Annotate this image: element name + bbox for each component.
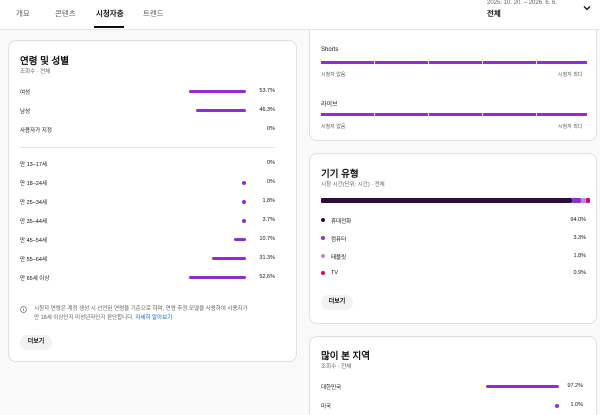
date-range-value[interactable]: 전체 bbox=[487, 8, 501, 19]
row-value: 3.3% bbox=[573, 235, 586, 241]
row-label: 컴퓨터 bbox=[331, 237, 347, 243]
row-label: 사용자가 지정 bbox=[20, 128, 52, 134]
row-label: TV bbox=[331, 270, 339, 276]
format-label: 라이브 bbox=[321, 102, 338, 108]
age-gender-card: 연령 및 성별 조회수 · 전체 여성 53.7% 남성 46.3% 사용자가 … bbox=[8, 40, 297, 362]
info-icon bbox=[20, 306, 27, 313]
legend-dot bbox=[321, 218, 325, 222]
row-label: 만 18–24세 bbox=[20, 181, 47, 187]
card-subtitle: 조회수 · 전체 bbox=[321, 364, 352, 370]
row-value: 31.3% bbox=[259, 255, 275, 261]
device-bar-tv bbox=[586, 198, 590, 203]
age-note: 시청자 연령은 계정 생성 시 선언된 연령을 기준으로 하며, 연령 추정 모… bbox=[34, 305, 294, 323]
row-value: 0.9% bbox=[573, 270, 586, 276]
device-bar-phone bbox=[321, 198, 572, 203]
row-value: 1.8% bbox=[262, 198, 275, 204]
row-value: 94.0% bbox=[570, 217, 586, 223]
row-label: 만 13–17세 bbox=[20, 162, 47, 168]
segment-bar bbox=[537, 61, 587, 64]
segment-bar bbox=[375, 113, 428, 116]
card-subtitle: 시청 시간(단위: 시간) · 전체 bbox=[321, 182, 385, 188]
row-value: 0% bbox=[267, 160, 275, 166]
legend-dot bbox=[321, 254, 325, 258]
scale-min-label: 시청자 없음 bbox=[321, 124, 346, 130]
tab-audience[interactable]: 시청자층 bbox=[96, 8, 124, 19]
legend-dot bbox=[321, 236, 325, 240]
more-button[interactable]: 더보기 bbox=[321, 295, 353, 310]
tab-content[interactable]: 콘텐츠 bbox=[55, 8, 76, 19]
format-label: Shorts bbox=[321, 47, 339, 53]
row-label: 만 65세 이상 bbox=[20, 276, 50, 282]
date-range-label: 2025. 10. 20. – 2026. 6. 6. bbox=[487, 0, 558, 6]
row-label: 여성 bbox=[20, 90, 31, 96]
divider bbox=[20, 147, 275, 148]
row-label: 대한민국 bbox=[321, 385, 342, 391]
row-label: 만 55–64세 bbox=[20, 257, 47, 263]
note-text: 만 18세 이상인지 미성년자인지 판단합니다. bbox=[34, 315, 134, 321]
top-tab-bar: 개요 콘텐츠 시청자층 트렌드 2025. 10. 20. – 2026. 6.… bbox=[0, 0, 600, 30]
row-label: 만 45–54세 bbox=[20, 238, 47, 244]
learn-more-link[interactable]: 자세히 알아보기 bbox=[135, 315, 172, 321]
card-title: 기기 유형 bbox=[321, 169, 359, 180]
formats-card: Shorts 시청자 없음 시청자 최다 라이브 시청자 없음 시청자 최다 bbox=[309, 30, 597, 141]
scale-max-label: 시청자 최다 bbox=[558, 72, 583, 78]
row-value: 3.7% bbox=[262, 217, 275, 223]
chevron-down-icon[interactable] bbox=[582, 3, 592, 13]
row-label: 만 35–44세 bbox=[20, 219, 47, 225]
row-value: 0% bbox=[267, 179, 275, 185]
row-value: 46.3% bbox=[259, 107, 275, 113]
segment-bar bbox=[321, 61, 374, 64]
row-label: 태블릿 bbox=[331, 255, 347, 261]
active-tab-indicator bbox=[94, 26, 124, 28]
card-subtitle: 조회수 · 전체 bbox=[20, 69, 51, 75]
segment-bar bbox=[429, 61, 482, 64]
tab-trends[interactable]: 트렌드 bbox=[143, 8, 164, 19]
top-geographies-card: 많이 본 지역 조회수 · 전체 대한민국 97.2% 미국 1.0% bbox=[309, 336, 597, 415]
row-label: 남성 bbox=[20, 109, 31, 115]
device-type-card: 기기 유형 시청 시간(단위: 시간) · 전체 휴대전화 94.0% 컴퓨터 … bbox=[309, 153, 597, 324]
segment-bar bbox=[483, 61, 536, 64]
row-value: 1.8% bbox=[573, 253, 586, 259]
segment-bar bbox=[429, 113, 482, 116]
card-title: 연령 및 성별 bbox=[20, 56, 69, 67]
note-text: 시청자 연령은 계정 생성 시 선언된 연령을 기준으로 하며, 연령 추정 모… bbox=[34, 306, 248, 312]
device-bar-computer bbox=[572, 198, 581, 203]
segment-bar bbox=[537, 113, 587, 116]
row-value: 53.7% bbox=[259, 88, 275, 94]
row-value: 0% bbox=[267, 126, 275, 132]
row-value: 1.0% bbox=[570, 402, 583, 408]
row-value: 10.7% bbox=[259, 236, 275, 242]
more-button[interactable]: 더보기 bbox=[20, 335, 52, 350]
segment-bar bbox=[321, 113, 374, 116]
row-value: 52.6% bbox=[259, 274, 275, 280]
card-title: 많이 본 지역 bbox=[321, 351, 370, 362]
legend-dot bbox=[321, 271, 325, 275]
row-label: 만 25–34세 bbox=[20, 200, 47, 206]
row-label: 휴대전화 bbox=[331, 219, 352, 225]
segment-bar bbox=[483, 113, 536, 116]
row-label: 미국 bbox=[321, 404, 332, 410]
scale-max-label: 시청자 최다 bbox=[558, 124, 583, 130]
segment-bar bbox=[375, 61, 428, 64]
scale-min-label: 시청자 없음 bbox=[321, 72, 346, 78]
tab-overview[interactable]: 개요 bbox=[16, 8, 30, 19]
row-value: 97.2% bbox=[567, 383, 583, 389]
